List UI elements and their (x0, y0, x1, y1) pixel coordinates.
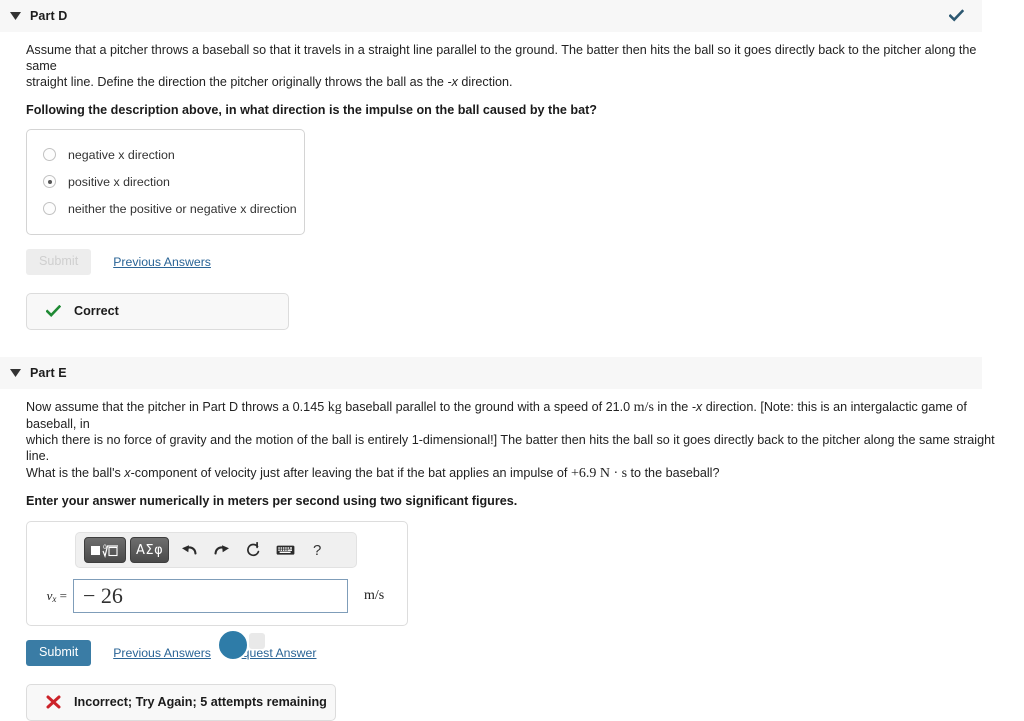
help-chat-bubble[interactable] (217, 629, 249, 661)
part-e-feedback-incorrect: Incorrect; Try Again; 5 attempts remaini… (26, 683, 336, 721)
speed-unit: m/s (633, 399, 654, 415)
choice-row-positive-x[interactable]: positive x direction (27, 168, 304, 195)
answer-variable-equals: = (56, 588, 67, 604)
radio-icon-positive-x[interactable] (43, 175, 56, 189)
part-e-feedback-text: Incorrect; Try Again; 5 attempts remaini… (74, 695, 327, 710)
choice-label-positive-x: positive x direction (68, 174, 170, 189)
reset-icon[interactable] (237, 537, 269, 563)
part-e-question: Enter your answer numerically in meters … (26, 493, 518, 508)
part-d-prompt-line2a: straight line. Define the direction the … (26, 75, 448, 90)
check-icon (44, 304, 62, 318)
answer-input-row: vx = − 26 m/s (39, 579, 395, 614)
radio-icon-neither[interactable] (43, 202, 56, 216)
part-d-choice-group: negative x direction positive x directio… (26, 129, 305, 236)
radio-icon-negative-x[interactable] (43, 148, 56, 162)
part-e-direction-var: -x (691, 399, 703, 414)
x-icon (44, 695, 62, 709)
choice-row-negative-x[interactable]: negative x direction (27, 141, 304, 168)
mass-unit: kg (327, 399, 342, 415)
choice-label-negative-x: negative x direction (68, 147, 175, 162)
part-e-prompt-l2: which there is no force of gravity and t… (26, 433, 995, 464)
answer-input[interactable]: − 26 (73, 579, 348, 614)
help-chat-panel[interactable] (249, 633, 265, 649)
part-d-action-row: Submit Previous Answers (26, 249, 998, 275)
chevron-down-icon[interactable] (2, 12, 28, 20)
part-d-header[interactable]: Part D (0, 0, 982, 32)
undo-icon[interactable] (173, 537, 205, 563)
part-d-feedback-correct: Correct (26, 292, 289, 330)
part-d-prompt-line2b: direction. (457, 75, 513, 90)
keyboard-icon[interactable] (269, 537, 301, 563)
part-e-prompt-l1b: baseball parallel to the ground with a s… (341, 399, 634, 414)
math-help-icon[interactable]: ? (301, 537, 333, 563)
part-e-action-row: Submit Previous Answers Request Answer (26, 640, 998, 666)
math-toolbar: 0 ΑΣφ ? (75, 532, 357, 569)
chevron-down-icon[interactable] (2, 368, 28, 377)
part-d-direction-var: -x (447, 75, 458, 90)
greek-symbols-button[interactable]: ΑΣφ (130, 537, 170, 564)
math-template-button[interactable]: 0 (84, 537, 126, 564)
redo-icon[interactable] (205, 537, 237, 563)
part-e-previous-answers-link[interactable]: Previous Answers (113, 646, 211, 660)
part-e-prompt-l1a: Now assume that the pitcher in Part D th… (26, 399, 328, 414)
part-d-question: Following the description above, in what… (26, 102, 597, 117)
part-e-answer-box: 0 ΑΣφ ? vx = − 26 m/s (26, 521, 408, 627)
part-d-title: Part D (30, 9, 68, 23)
part-e-submit-button[interactable]: Submit (26, 640, 92, 666)
part-e-prompt: Now assume that the pitcher in Part D th… (26, 389, 998, 482)
checkmark-icon (949, 9, 964, 23)
part-d-previous-answers-link[interactable]: Previous Answers (113, 255, 211, 269)
choice-row-neither[interactable]: neither the positive or negative x direc… (27, 195, 304, 222)
part-d-prompt-line1: Assume that a pitcher throws a baseball … (26, 43, 977, 74)
part-e-prompt-l3c: to the baseball? (627, 465, 720, 480)
part-e-prompt-l1c: in the (653, 399, 692, 414)
part-e-title: Part E (30, 365, 67, 380)
part-e-header[interactable]: Part E (0, 356, 982, 389)
part-e-body: Now assume that the pitcher in Part D th… (0, 389, 1024, 721)
impulse-value: +6.9 N · s (570, 465, 628, 481)
part-d-prompt: Assume that a pitcher throws a baseball … (26, 32, 998, 91)
part-d-submit-button[interactable]: Submit (26, 249, 92, 275)
choice-label-neither: neither the positive or negative x direc… (68, 201, 297, 216)
part-e-prompt-l3a: What is the ball's (26, 465, 125, 480)
part-e-prompt-l3b: -component of velocity just after leavin… (130, 465, 571, 480)
part-d-feedback-text: Correct (74, 304, 119, 319)
answer-unit-label: m/s (364, 588, 385, 604)
part-d-body: Assume that a pitcher throws a baseball … (0, 32, 1024, 330)
answer-variable-label: vx = (39, 588, 73, 604)
